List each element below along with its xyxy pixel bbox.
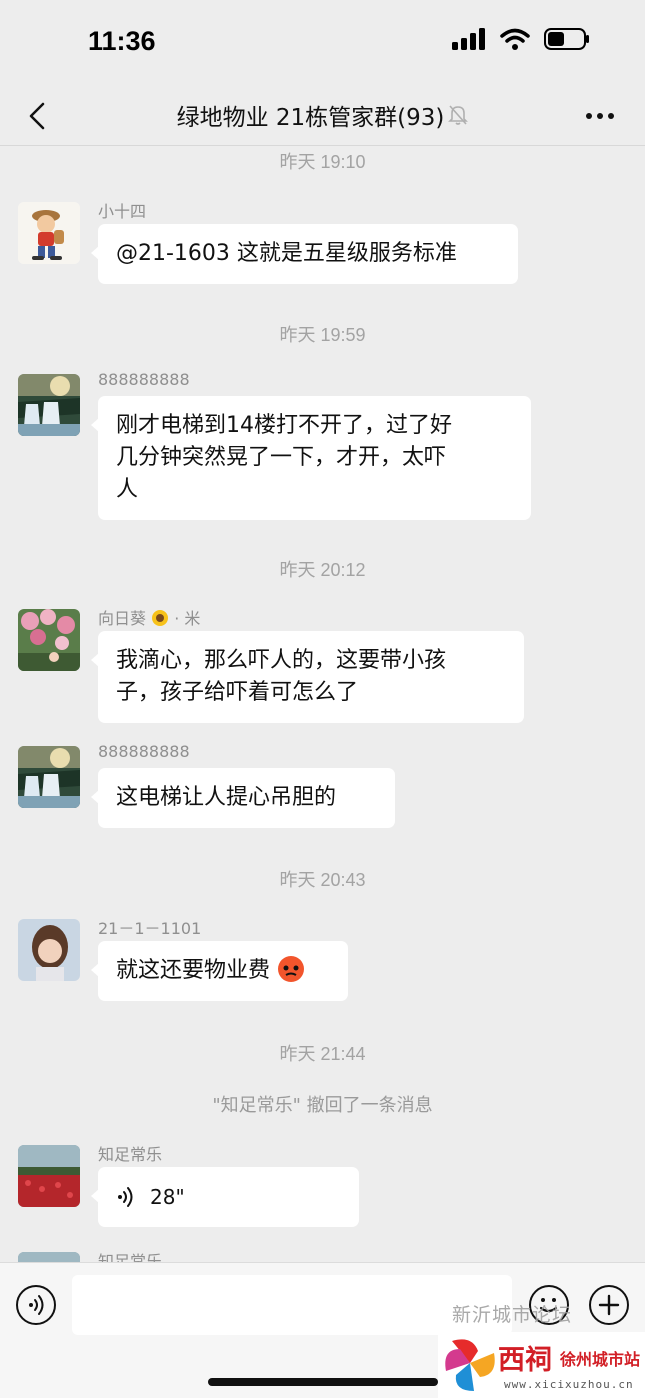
avatar[interactable]	[18, 919, 80, 981]
plus-icon	[598, 1294, 620, 1316]
logo-main-text: 西祠	[498, 1345, 552, 1376]
sender-name: 小十四	[98, 202, 147, 221]
angry-face-emoji-icon	[278, 956, 305, 982]
signal-icon	[452, 28, 485, 50]
avatar[interactable]	[18, 202, 80, 264]
recall-notice: "知足常乐" 撤回了一条消息	[212, 1095, 433, 1116]
chat-title-wrap: 绿地物业 21栋管家群(93)	[0, 98, 645, 132]
sender-name: 21－1－1101	[98, 919, 202, 938]
voice-wave-icon	[29, 1295, 44, 1315]
avatar[interactable]	[18, 746, 80, 808]
sender-name: 888888888	[98, 742, 190, 761]
tulip-field-avatar-icon	[18, 1252, 80, 1262]
mute-bell-icon	[448, 105, 469, 125]
message-text: @21-1603 这就是五星级服务标准	[116, 241, 457, 266]
message-line: 我滴心，那么吓人的，这要带小孩	[116, 648, 447, 673]
message-bubble[interactable]: @21-1603 这就是五星级服务标准	[91, 224, 518, 284]
chat-header: 绿地物业 21栋管家群(93)	[0, 88, 645, 146]
sunflower-icon	[152, 610, 169, 626]
sender-name: 888888888	[98, 370, 190, 389]
sender-name-text: 向日葵	[98, 609, 147, 628]
message-bubble[interactable]: 刚才电梯到14楼打不开了，过了好 几分钟突然晃了一下，才开，太吓 人	[91, 396, 531, 520]
forum-watermark: 新沂城市论坛	[452, 1304, 573, 1326]
logo-url-text: www.xicixuzhou.cn	[504, 1378, 634, 1391]
message-bubble[interactable]: 就这还要物业费	[91, 941, 348, 1001]
tulip-field-avatar-icon	[18, 1145, 80, 1207]
message-text: 这电梯让人提心吊胆的	[116, 785, 337, 810]
chat-title: 绿地物业 21栋管家群(93)	[176, 105, 445, 131]
message-line: 子，孩子给吓着可怎么了	[116, 680, 359, 705]
message-line: 几分钟突然晃了一下，才开，太吓	[116, 445, 447, 470]
avatar[interactable]	[18, 1252, 80, 1262]
chat-area[interactable]: 昨天 19:10 小十四 @21-1603 这就是五星级服务标准 昨天 19:5…	[0, 146, 645, 1262]
avatar[interactable]	[18, 374, 80, 436]
more-button[interactable]	[583, 102, 617, 130]
pinwheel-logo-icon	[445, 1339, 495, 1391]
status-time: 11:36	[88, 26, 156, 56]
sender-name: 知足常乐	[98, 1145, 163, 1164]
waterfall-avatar-icon	[18, 374, 80, 436]
message-bubble[interactable]: 我滴心，那么吓人的，这要带小孩 子，孩子给吓着可怎么了	[91, 631, 524, 723]
message-text: 就这还要物业费	[116, 958, 271, 983]
sender-name: 向日葵 · 米	[98, 605, 200, 629]
voice-wave-icon	[118, 1187, 133, 1207]
flowers-avatar-icon	[18, 609, 80, 671]
voice-duration: 28"	[150, 1185, 185, 1209]
logo-city-text: 徐州城市站	[560, 1350, 641, 1369]
message-input[interactable]	[72, 1275, 512, 1335]
timestamp: 昨天 19:10	[279, 152, 366, 172]
girl-photo-avatar-icon	[18, 919, 80, 981]
sender-name: 知足常乐	[98, 1252, 163, 1262]
avatar[interactable]	[18, 1145, 80, 1207]
battery-icon	[544, 28, 589, 50]
more-actions-button[interactable]	[589, 1285, 629, 1325]
timestamp: 昨天 19:59	[279, 325, 366, 345]
timestamp: 昨天 20:12	[279, 560, 366, 580]
timestamp: 昨天 21:44	[279, 1044, 366, 1064]
status-bar: 11:36	[0, 0, 645, 88]
voice-input-button[interactable]	[16, 1285, 56, 1325]
home-indicator[interactable]	[208, 1378, 438, 1386]
avatar[interactable]	[18, 609, 80, 671]
status-icons	[452, 28, 590, 50]
sender-name-suffix: · 米	[174, 609, 201, 628]
message-bubble[interactable]: 这电梯让人提心吊胆的	[91, 768, 395, 828]
wifi-icon	[500, 28, 530, 50]
cartoon-boy-avatar-icon	[18, 202, 80, 264]
site-logo: 西祠 徐州城市站 www.xicixuzhou.cn	[438, 1332, 645, 1398]
message-line: 刚才电梯到14楼打不开了，过了好	[116, 413, 452, 438]
timestamp: 昨天 20:43	[279, 870, 366, 890]
message-line: 人	[116, 477, 139, 502]
more-dots-icon	[586, 113, 614, 119]
voice-message-bubble[interactable]: 28"	[91, 1167, 359, 1227]
waterfall-avatar-icon	[18, 746, 80, 808]
